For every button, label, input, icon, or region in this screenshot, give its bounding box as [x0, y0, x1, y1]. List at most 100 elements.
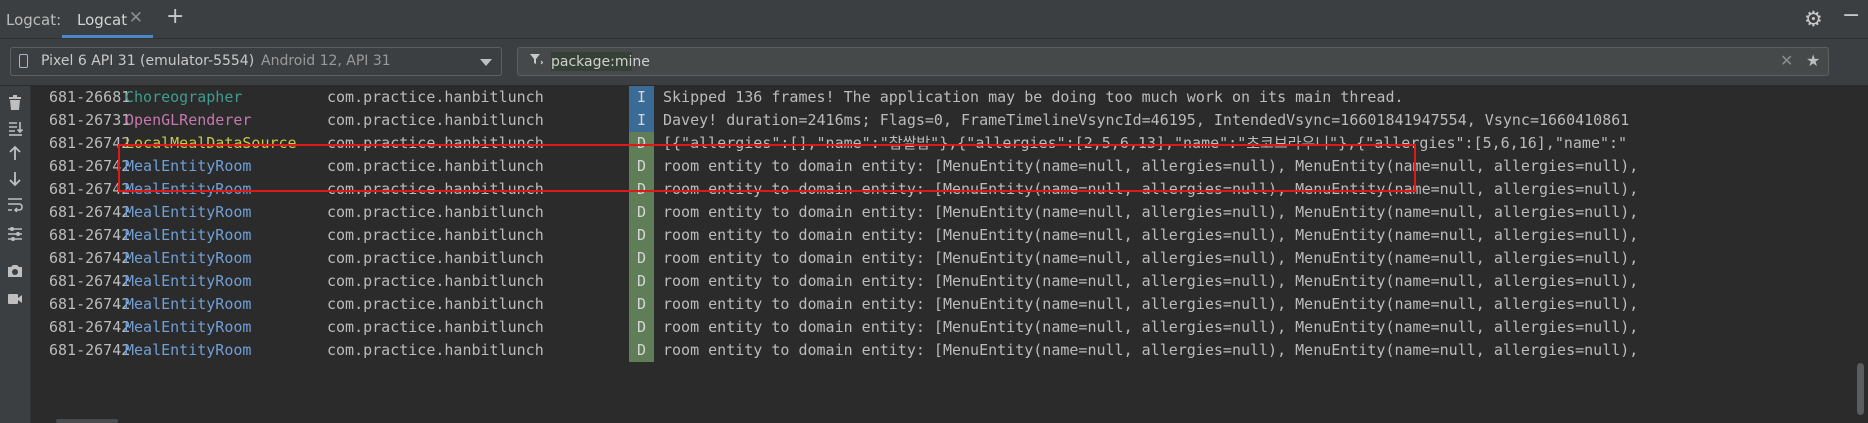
log-message: room entity to domain entity: [MenuEntit… — [663, 341, 1639, 359]
log-message: room entity to domain entity: [MenuEntit… — [663, 295, 1639, 313]
log-row[interactable]: 681-26742 MealEntityRoom com.practice.hanb… — [31, 316, 1868, 339]
log-level-badge: I — [629, 109, 654, 132]
logcat-side-toolbar — [0, 86, 31, 423]
down-arrow-icon[interactable] — [0, 170, 30, 194]
log-tag: MealEntityRoom — [125, 180, 252, 198]
log-pid: 681-26742 — [49, 272, 131, 290]
log-pid: 681-26742 — [49, 318, 131, 336]
log-level-badge: D — [629, 339, 654, 362]
log-message: room entity to domain entity: [MenuEntit… — [663, 203, 1639, 221]
log-row[interactable]: 681-26742 MealEntityRoom com.practice.hanb… — [31, 155, 1868, 178]
soft-wrap-icon[interactable] — [0, 195, 30, 219]
filter-icon[interactable] — [529, 52, 544, 70]
log-message: room entity to domain entity: [MenuEntit… — [663, 272, 1639, 290]
log-package: com.practice.hanbitlunch — [327, 272, 544, 290]
chevron-down-icon[interactable] — [480, 59, 492, 66]
screenshot-icon[interactable] — [0, 261, 30, 285]
log-package: com.practice.hanbitlunch — [327, 157, 544, 175]
vertical-scrollbar-thumb[interactable] — [1857, 363, 1864, 415]
configure-view-icon[interactable] — [0, 225, 30, 249]
log-message: Skipped 136 frames! The application may … — [663, 88, 1404, 106]
log-tag: MealEntityRoom — [125, 226, 252, 244]
log-pid: 681-26742 — [49, 341, 131, 359]
log-tag: MealEntityRoom — [125, 341, 252, 359]
log-tag: MealEntityRoom — [125, 318, 252, 336]
log-row[interactable]: 681-26742 MealEntityRoom com.practice.hanb… — [31, 293, 1868, 316]
log-row[interactable]: 681-26742 LocalMealDataSource com.practice… — [31, 132, 1868, 155]
log-tag: Choreographer — [125, 88, 243, 106]
clear-logcat-icon[interactable] — [0, 94, 30, 118]
log-pid: 681-26742 — [49, 295, 131, 313]
log-level-badge: D — [629, 316, 654, 339]
log-message: Davey! duration=2416ms; Flags=0, FrameTi… — [663, 111, 1630, 129]
log-tag: MealEntityRoom — [125, 295, 252, 313]
device-name: Pixel 6 API 31 (emulator-5554) — [41, 53, 255, 69]
log-row[interactable]: 681-26731 OpenGLRenderer com.practice.hanb… — [31, 109, 1868, 132]
log-message: room entity to domain entity: [MenuEntit… — [663, 318, 1639, 336]
log-level-badge: D — [629, 293, 654, 316]
log-message: [{"allergies":[],"name":"찹쌀밥"},{"allergi… — [663, 134, 1628, 152]
log-row[interactable]: 681-26742 MealEntityRoom com.practice.hanb… — [31, 270, 1868, 293]
logcat-toolbar: Pixel 6 API 31 (emulator-5554) Android 1… — [0, 39, 1868, 86]
filter-input[interactable] — [551, 51, 1781, 72]
log-row[interactable]: 681-26742 MealEntityRoom com.practice.hanb… — [31, 339, 1868, 362]
log-tag: LocalMealDataSource — [125, 134, 297, 152]
log-tag: MealEntityRoom — [125, 272, 252, 290]
screen-record-icon[interactable] — [0, 288, 30, 312]
tab-logcat[interactable]: Logcat ✕ — [62, 0, 153, 38]
tab-label[interactable]: Logcat — [77, 11, 127, 29]
log-package: com.practice.hanbitlunch — [327, 318, 544, 336]
log-tag: MealEntityRoom — [125, 157, 252, 175]
log-package: com.practice.hanbitlunch — [327, 295, 544, 313]
log-level-badge: D — [629, 247, 654, 270]
logcat-header: Logcat: Logcat ✕ + ⚙ − — [0, 0, 1868, 39]
star-icon[interactable]: ★ — [1806, 51, 1820, 70]
log-package: com.practice.hanbitlunch — [327, 226, 544, 244]
log-level-badge: D — [629, 224, 654, 247]
log-pid: 681-26742 — [49, 226, 131, 244]
device-selector[interactable]: Pixel 6 API 31 (emulator-5554) Android 1… — [10, 47, 502, 76]
log-package: com.practice.hanbitlunch — [327, 341, 544, 359]
log-level-badge: I — [629, 86, 654, 109]
horizontal-scrollbar-thumb[interactable] — [56, 419, 118, 423]
log-level-badge: D — [629, 178, 654, 201]
device-api-level: Android 12, API 31 — [261, 53, 391, 69]
log-pid: 681-26742 — [49, 249, 131, 267]
add-tab-button[interactable]: + — [166, 4, 184, 29]
log-tag: MealEntityRoom — [125, 203, 252, 221]
log-package: com.practice.hanbitlunch — [327, 111, 544, 129]
logcat-output[interactable]: 681-26681 Choreographer com.practice.hanbi… — [31, 86, 1868, 423]
log-package: com.practice.hanbitlunch — [327, 88, 544, 106]
close-icon[interactable]: ✕ — [129, 8, 143, 28]
gear-icon[interactable]: ⚙ — [1804, 7, 1823, 31]
scroll-to-end-icon[interactable] — [0, 119, 30, 143]
filter-field[interactable]: ✕ ★ — [517, 47, 1829, 76]
minimize-icon[interactable]: − — [1842, 3, 1860, 28]
log-row[interactable]: 681-26681 Choreographer com.practice.hanbi… — [31, 86, 1868, 109]
log-level-badge: D — [629, 270, 654, 293]
log-row[interactable]: 681-26742 MealEntityRoom com.practice.hanb… — [31, 201, 1868, 224]
log-message: room entity to domain entity: [MenuEntit… — [663, 226, 1639, 244]
log-message: room entity to domain entity: [MenuEntit… — [663, 249, 1639, 267]
log-pid: 681-26742 — [49, 157, 131, 175]
log-level-badge: D — [629, 132, 654, 155]
log-level-badge: D — [629, 155, 654, 178]
up-arrow-icon[interactable] — [0, 144, 30, 168]
log-message: room entity to domain entity: [MenuEntit… — [663, 180, 1639, 198]
close-icon[interactable]: ✕ — [1780, 51, 1793, 70]
log-row[interactable]: 681-26742 MealEntityRoom com.practice.hanb… — [31, 247, 1868, 270]
log-pid: 681-26731 — [49, 111, 131, 129]
log-package: com.practice.hanbitlunch — [327, 203, 544, 221]
log-package: com.practice.hanbitlunch — [327, 249, 544, 267]
log-row[interactable]: 681-26742 MealEntityRoom com.practice.hanb… — [31, 178, 1868, 201]
log-package: com.practice.hanbitlunch — [327, 134, 544, 152]
log-message: room entity to domain entity: [MenuEntit… — [663, 157, 1639, 175]
log-row[interactable]: 681-26742 MealEntityRoom com.practice.hanb… — [31, 224, 1868, 247]
phone-icon — [19, 54, 28, 68]
log-level-badge: D — [629, 201, 654, 224]
log-pid: 681-26681 — [49, 88, 131, 106]
log-pid: 681-26742 — [49, 203, 131, 221]
log-pid: 681-26742 — [49, 180, 131, 198]
log-tag: MealEntityRoom — [125, 249, 252, 267]
log-package: com.practice.hanbitlunch — [327, 180, 544, 198]
